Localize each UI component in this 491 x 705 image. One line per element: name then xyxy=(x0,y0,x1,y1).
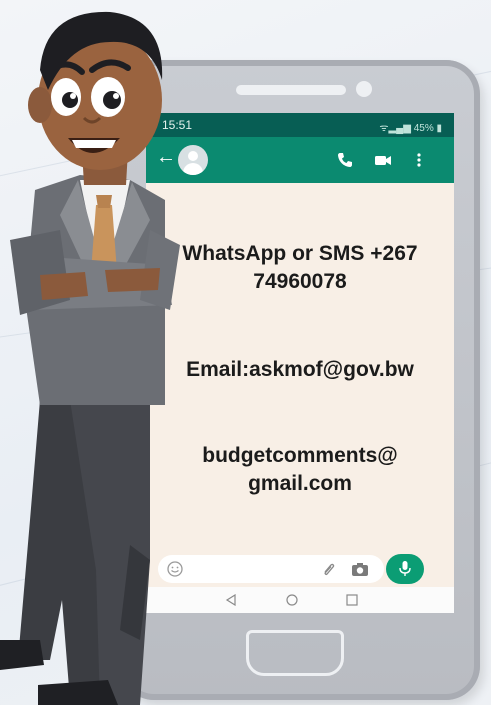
phone-call-icon[interactable] xyxy=(336,151,354,169)
more-options-icon[interactable] xyxy=(410,151,428,169)
battery-icon: ▮ xyxy=(433,123,442,134)
wifi-signal-icon: ᯤ▂▄▆ xyxy=(379,123,414,134)
nav-recents-icon[interactable] xyxy=(345,593,359,607)
phone-speaker xyxy=(236,85,346,95)
phone-front-camera xyxy=(356,81,372,97)
nav-home-icon[interactable] xyxy=(285,593,299,607)
phone-home-button[interactable] xyxy=(246,630,344,676)
status-icons: ᯤ▂▄▆ 45% ▮ xyxy=(379,120,442,134)
microphone-icon xyxy=(399,561,411,576)
attachment-icon[interactable] xyxy=(320,560,338,578)
cartoon-businessman-illustration xyxy=(0,11,180,705)
nav-back-icon[interactable] xyxy=(224,594,238,606)
voice-message-button[interactable] xyxy=(386,554,424,584)
camera-icon[interactable] xyxy=(350,560,370,578)
video-call-icon[interactable] xyxy=(374,151,392,169)
battery-percent: 45% xyxy=(413,123,434,134)
